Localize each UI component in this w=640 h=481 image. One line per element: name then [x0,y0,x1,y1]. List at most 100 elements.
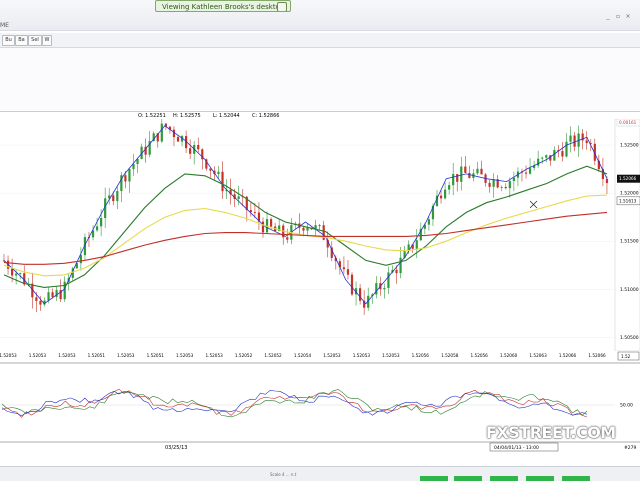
candle-body [189,148,192,154]
time-tick-label: 1.52053 [176,353,194,358]
candle-body [375,283,378,295]
toolbar-button-ba[interactable]: Ba [15,35,28,46]
candle-body [350,274,354,295]
candle-body [545,155,548,158]
candle-body [537,158,540,166]
candle-body [39,300,42,305]
candle-body [456,174,459,182]
restore-icon[interactable]: ▫ [614,14,622,20]
status-indicator [490,476,518,481]
toolbar-button-bu[interactable]: Bu [2,35,15,46]
candle-body [51,292,54,297]
candle-body [55,290,58,297]
time-tick-label: 1.52058 [441,353,459,358]
candle-body [399,257,402,274]
share-banner-text: Viewing Kathleen Brooks's desktop [162,3,285,11]
price-axis-panel [614,119,640,352]
time-tick-label: 1.52051 [88,353,106,358]
second-price-label: 1.51613 [619,198,637,203]
candle-body [15,273,18,276]
candle-body [460,166,463,182]
candle-body [160,123,163,142]
close-icon[interactable]: × [624,14,632,20]
time-tick-label: 1.52051 [147,353,165,358]
candle-body [302,227,305,231]
candle-body [253,212,256,213]
candle-body [261,221,265,233]
candle-body [269,219,273,227]
time-tick-label: 1.52056 [471,353,489,358]
time-tick-label: 1.52053 [323,353,341,358]
time-tick-label: 1.52066 [559,353,577,358]
candle-body [95,226,99,231]
candle-body [504,187,507,189]
toolbar-button-w[interactable]: W [42,35,52,46]
time-tick-label: 1.52060 [500,353,518,358]
candle-body [464,166,467,173]
banner-window-icon[interactable] [277,2,287,11]
time-tick-label: 1.52053 [205,353,223,358]
candle-body [448,185,451,190]
candle-body [500,187,503,188]
candle-body [217,171,220,175]
candle-body [415,240,418,249]
candle-body [100,217,103,227]
time-tick-label: 1.52053 [117,353,135,358]
title-bar: Viewing Kathleen Brooks's desktop _ ▫ × … [0,0,640,31]
menu-label[interactable]: ME [0,22,9,29]
date-label: 03/25/13 [165,445,187,451]
status-indicator [562,476,590,481]
candle-body [439,195,443,199]
candle-body [561,151,564,157]
candle-body [492,179,495,187]
price-tick-label: 1.51000 [620,287,639,293]
time-tick-label: 1.52063 [529,353,547,358]
desktop-share-banner[interactable]: Viewing Kathleen Brooks's desktop [155,0,291,12]
current-price-label: 1.52066 [619,176,637,181]
time-tick-label: 1.52054 [294,353,312,358]
candle-body [443,189,447,199]
candle-body [237,196,240,199]
candle-body [47,292,50,301]
candle-body [221,171,224,192]
candle-body [359,288,362,301]
candle-body [569,135,572,142]
candle-body [480,168,483,175]
candle-body [197,145,200,150]
candle-body [346,269,350,275]
candle-body [476,168,479,174]
candle-body [585,140,588,144]
time-tick-label: 1.52056 [412,353,430,358]
price-chart[interactable]: 1.52500 1.52000 1.51500 1.51000 1.50500 0.001… [0,119,640,466]
minimize-icon[interactable]: _ [604,14,612,20]
candle-body [512,177,515,182]
time-axis-box-label: 1.52 [621,354,631,359]
price-tick-label: 1.51500 [620,239,639,245]
price-tick-label: 1.52000 [620,191,639,197]
candle-body [19,273,22,275]
time-tick-label: 1.52053 [29,353,47,358]
status-bar: Scale 4 ... n.t [0,466,640,481]
candle-body [116,191,119,202]
candle-body [565,141,568,157]
status-indicator [526,476,554,481]
candle-body [553,150,556,161]
candle-body [286,237,289,240]
empty-workspace [0,48,640,110]
date-axis-box-label: 04/04/01/13 - 13:00 [494,445,539,451]
candle-body [488,182,491,187]
candle-body [79,255,82,264]
time-tick-label: 1.52052 [264,353,282,358]
candle-body [541,157,544,159]
status-indicator [420,476,448,481]
candle-body [10,268,14,276]
candle-body [306,227,309,231]
toolbar-button-sel[interactable]: Sel [28,35,42,46]
oscillator-level-label: 50.00 [620,403,633,409]
candle-body [528,168,532,174]
candle-body [508,181,511,189]
candle-body [524,172,528,174]
bar-count-label: #279 [624,445,636,451]
fxstreet-watermark: FXSTREET.COM [486,423,616,442]
candle-body [342,267,346,270]
